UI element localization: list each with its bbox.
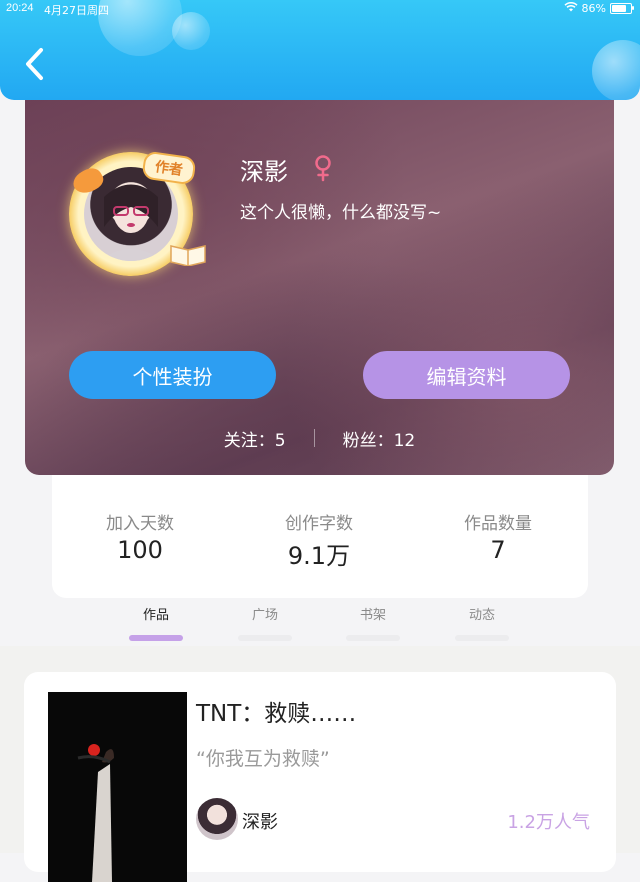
- decor-bubble: [592, 40, 640, 100]
- signature: 这个人很懒，什么都没写~: [240, 203, 442, 223]
- stat-work-count: 作品数量 7: [423, 509, 573, 564]
- fans-label: 粉丝：: [342, 430, 394, 451]
- stat-value: 9.1万: [287, 542, 351, 570]
- tab-label: 作品: [142, 608, 169, 623]
- profile-card: 作者 深影 这个人很懒，什么都没写~ 个性装扮 编辑资料 关注：5 粉丝：12: [25, 90, 614, 475]
- tab-label: 书架: [359, 608, 386, 623]
- chevron-left-icon: [24, 47, 46, 85]
- stat-value: 100: [117, 536, 163, 564]
- fans-count: 12: [393, 430, 416, 451]
- following-count: 5: [274, 430, 286, 451]
- battery-percent: 86%: [581, 2, 606, 15]
- back-button[interactable]: [18, 46, 52, 86]
- stat-label: 创作字数: [285, 514, 353, 534]
- top-header: 20:24 4月27日周四 86%: [0, 0, 640, 100]
- tab-label: 广场: [251, 608, 278, 623]
- decor-bubble: [172, 12, 210, 50]
- tab-label: 动态: [468, 608, 495, 623]
- tab-indicator: [238, 635, 292, 641]
- work-popularity: 1.2万人气: [507, 812, 590, 833]
- tab-bar: 作品 广场 书架 动态: [0, 600, 640, 644]
- battery-fill: [612, 5, 626, 12]
- status-right: 86%: [564, 2, 634, 15]
- tab-indicator: [346, 635, 400, 641]
- female-icon: [313, 154, 333, 182]
- tab-works[interactable]: 作品: [121, 604, 191, 641]
- username: 深影: [240, 158, 288, 186]
- work-title: TNT：救赎……: [196, 701, 357, 727]
- work-card[interactable]: TNT：救赎…… “你我互为救赎” 深影 1.2万人气: [24, 672, 616, 882]
- following-stat[interactable]: 关注：5: [224, 426, 286, 451]
- customize-style-button[interactable]: 个性装扮: [69, 351, 276, 399]
- avatar[interactable]: 作者: [65, 140, 206, 276]
- work-author: 深影: [242, 812, 278, 833]
- wifi-icon: [564, 2, 578, 15]
- status-date: 4月27日周四: [44, 4, 109, 17]
- edit-profile-button[interactable]: 编辑资料: [363, 351, 570, 399]
- status-time: 20:24: [6, 2, 34, 14]
- author-avatar: [196, 798, 238, 840]
- work-description: “你我互为救赎”: [196, 748, 330, 770]
- tab-bookshelf[interactable]: 书架: [338, 604, 408, 641]
- stat-label: 作品数量: [464, 514, 532, 534]
- tab-square[interactable]: 广场: [230, 604, 300, 641]
- tab-indicator: [455, 635, 509, 641]
- following-label: 关注：: [223, 430, 275, 451]
- stat-value: 7: [490, 536, 506, 564]
- stat-join-days: 加入天数 100: [65, 509, 215, 564]
- fans-stat[interactable]: 粉丝：12: [343, 426, 416, 451]
- work-cover: [48, 692, 187, 882]
- divider: [313, 429, 315, 447]
- stats-card: 加入天数 100 创作字数 9.1万 作品数量 7: [52, 475, 588, 598]
- stat-label: 加入天数: [106, 514, 174, 534]
- stat-word-count: 创作字数 9.1万: [244, 509, 394, 571]
- decor-bubble: [98, 0, 182, 56]
- follow-row: 关注：5 粉丝：12: [25, 425, 614, 451]
- book-icon: [169, 240, 207, 267]
- tab-activity[interactable]: 动态: [447, 604, 517, 641]
- tab-indicator: [129, 635, 183, 641]
- battery-icon: [610, 3, 634, 14]
